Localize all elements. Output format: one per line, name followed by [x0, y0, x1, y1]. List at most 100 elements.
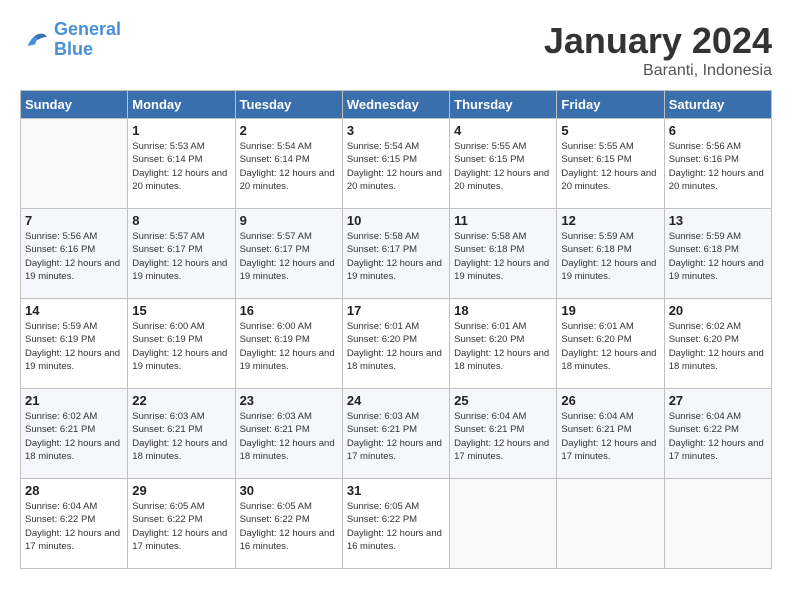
daylight-text: Daylight: 12 hours and 19 minutes. [25, 258, 120, 282]
day-number: 15 [132, 303, 230, 318]
day-number: 20 [669, 303, 767, 318]
day-info: Sunrise: 6:03 AM Sunset: 6:21 PM Dayligh… [347, 410, 445, 463]
daylight-text: Daylight: 12 hours and 18 minutes. [240, 438, 335, 462]
daylight-text: Daylight: 12 hours and 20 minutes. [132, 168, 227, 192]
sunrise-text: Sunrise: 6:01 AM [347, 321, 419, 332]
sunset-text: Sunset: 6:20 PM [669, 334, 739, 345]
calendar-day-cell: 14 Sunrise: 5:59 AM Sunset: 6:19 PM Dayl… [21, 299, 128, 389]
day-info: Sunrise: 5:58 AM Sunset: 6:18 PM Dayligh… [454, 230, 552, 283]
calendar-day-cell [450, 479, 557, 569]
weekday-header-row: SundayMondayTuesdayWednesdayThursdayFrid… [21, 91, 772, 119]
daylight-text: Daylight: 12 hours and 17 minutes. [132, 528, 227, 552]
sunrise-text: Sunrise: 6:04 AM [454, 411, 526, 422]
day-info: Sunrise: 6:01 AM Sunset: 6:20 PM Dayligh… [347, 320, 445, 373]
daylight-text: Daylight: 12 hours and 17 minutes. [25, 528, 120, 552]
weekday-header-cell: Friday [557, 91, 664, 119]
daylight-text: Daylight: 12 hours and 17 minutes. [669, 438, 764, 462]
weekday-header-cell: Wednesday [342, 91, 449, 119]
day-number: 28 [25, 483, 123, 498]
day-info: Sunrise: 6:02 AM Sunset: 6:21 PM Dayligh… [25, 410, 123, 463]
day-info: Sunrise: 6:05 AM Sunset: 6:22 PM Dayligh… [347, 500, 445, 553]
calendar-day-cell: 31 Sunrise: 6:05 AM Sunset: 6:22 PM Dayl… [342, 479, 449, 569]
day-number: 27 [669, 393, 767, 408]
sunrise-text: Sunrise: 5:59 AM [669, 231, 741, 242]
sunrise-text: Sunrise: 6:03 AM [132, 411, 204, 422]
daylight-text: Daylight: 12 hours and 19 minutes. [454, 258, 549, 282]
sunrise-text: Sunrise: 6:01 AM [561, 321, 633, 332]
sunrise-text: Sunrise: 6:05 AM [347, 501, 419, 512]
sunset-text: Sunset: 6:22 PM [240, 514, 310, 525]
day-info: Sunrise: 6:00 AM Sunset: 6:19 PM Dayligh… [240, 320, 338, 373]
sunset-text: Sunset: 6:18 PM [669, 244, 739, 255]
daylight-text: Daylight: 12 hours and 20 minutes. [240, 168, 335, 192]
title-block: January 2024 Baranti, Indonesia [544, 20, 772, 80]
sunset-text: Sunset: 6:21 PM [240, 424, 310, 435]
calendar-day-cell: 12 Sunrise: 5:59 AM Sunset: 6:18 PM Dayl… [557, 209, 664, 299]
sunset-text: Sunset: 6:17 PM [132, 244, 202, 255]
day-info: Sunrise: 5:53 AM Sunset: 6:14 PM Dayligh… [132, 140, 230, 193]
day-number: 7 [25, 213, 123, 228]
daylight-text: Daylight: 12 hours and 16 minutes. [240, 528, 335, 552]
daylight-text: Daylight: 12 hours and 19 minutes. [25, 348, 120, 372]
sunrise-text: Sunrise: 6:05 AM [132, 501, 204, 512]
daylight-text: Daylight: 12 hours and 18 minutes. [25, 438, 120, 462]
weekday-header-cell: Sunday [21, 91, 128, 119]
sunrise-text: Sunrise: 5:55 AM [561, 141, 633, 152]
calendar-day-cell [664, 479, 771, 569]
sunrise-text: Sunrise: 6:01 AM [454, 321, 526, 332]
calendar-day-cell: 27 Sunrise: 6:04 AM Sunset: 6:22 PM Dayl… [664, 389, 771, 479]
sunset-text: Sunset: 6:19 PM [240, 334, 310, 345]
calendar-week-row: 28 Sunrise: 6:04 AM Sunset: 6:22 PM Dayl… [21, 479, 772, 569]
day-info: Sunrise: 5:59 AM Sunset: 6:18 PM Dayligh… [561, 230, 659, 283]
calendar-day-cell: 7 Sunrise: 5:56 AM Sunset: 6:16 PM Dayli… [21, 209, 128, 299]
sunrise-text: Sunrise: 5:57 AM [132, 231, 204, 242]
day-info: Sunrise: 5:57 AM Sunset: 6:17 PM Dayligh… [132, 230, 230, 283]
daylight-text: Daylight: 12 hours and 20 minutes. [561, 168, 656, 192]
sunrise-text: Sunrise: 5:55 AM [454, 141, 526, 152]
sunrise-text: Sunrise: 6:03 AM [347, 411, 419, 422]
daylight-text: Daylight: 12 hours and 18 minutes. [347, 348, 442, 372]
day-number: 12 [561, 213, 659, 228]
sunrise-text: Sunrise: 6:04 AM [561, 411, 633, 422]
day-number: 2 [240, 123, 338, 138]
sunset-text: Sunset: 6:21 PM [25, 424, 95, 435]
day-number: 30 [240, 483, 338, 498]
day-info: Sunrise: 5:57 AM Sunset: 6:17 PM Dayligh… [240, 230, 338, 283]
day-info: Sunrise: 6:03 AM Sunset: 6:21 PM Dayligh… [240, 410, 338, 463]
logo-line1: General [54, 19, 121, 39]
location-subtitle: Baranti, Indonesia [544, 62, 772, 80]
day-number: 17 [347, 303, 445, 318]
sunrise-text: Sunrise: 6:05 AM [240, 501, 312, 512]
daylight-text: Daylight: 12 hours and 20 minutes. [454, 168, 549, 192]
day-number: 14 [25, 303, 123, 318]
day-number: 21 [25, 393, 123, 408]
calendar-day-cell: 6 Sunrise: 5:56 AM Sunset: 6:16 PM Dayli… [664, 119, 771, 209]
sunset-text: Sunset: 6:22 PM [132, 514, 202, 525]
calendar-day-cell: 29 Sunrise: 6:05 AM Sunset: 6:22 PM Dayl… [128, 479, 235, 569]
day-number: 8 [132, 213, 230, 228]
logo: General Blue [20, 20, 121, 60]
sunset-text: Sunset: 6:14 PM [132, 154, 202, 165]
calendar-day-cell: 19 Sunrise: 6:01 AM Sunset: 6:20 PM Dayl… [557, 299, 664, 389]
day-info: Sunrise: 5:55 AM Sunset: 6:15 PM Dayligh… [561, 140, 659, 193]
daylight-text: Daylight: 12 hours and 16 minutes. [347, 528, 442, 552]
calendar-day-cell: 4 Sunrise: 5:55 AM Sunset: 6:15 PM Dayli… [450, 119, 557, 209]
sunrise-text: Sunrise: 5:53 AM [132, 141, 204, 152]
day-number: 10 [347, 213, 445, 228]
calendar-day-cell: 17 Sunrise: 6:01 AM Sunset: 6:20 PM Dayl… [342, 299, 449, 389]
sunset-text: Sunset: 6:18 PM [561, 244, 631, 255]
sunrise-text: Sunrise: 6:04 AM [669, 411, 741, 422]
day-number: 22 [132, 393, 230, 408]
logo-line2: Blue [54, 39, 93, 59]
sunset-text: Sunset: 6:15 PM [347, 154, 417, 165]
sunrise-text: Sunrise: 5:54 AM [240, 141, 312, 152]
calendar-day-cell: 2 Sunrise: 5:54 AM Sunset: 6:14 PM Dayli… [235, 119, 342, 209]
daylight-text: Daylight: 12 hours and 17 minutes. [347, 438, 442, 462]
day-info: Sunrise: 5:56 AM Sunset: 6:16 PM Dayligh… [669, 140, 767, 193]
weekday-header-cell: Tuesday [235, 91, 342, 119]
sunset-text: Sunset: 6:20 PM [454, 334, 524, 345]
daylight-text: Daylight: 12 hours and 19 minutes. [240, 348, 335, 372]
sunrise-text: Sunrise: 5:56 AM [25, 231, 97, 242]
daylight-text: Daylight: 12 hours and 20 minutes. [669, 168, 764, 192]
sunset-text: Sunset: 6:21 PM [347, 424, 417, 435]
